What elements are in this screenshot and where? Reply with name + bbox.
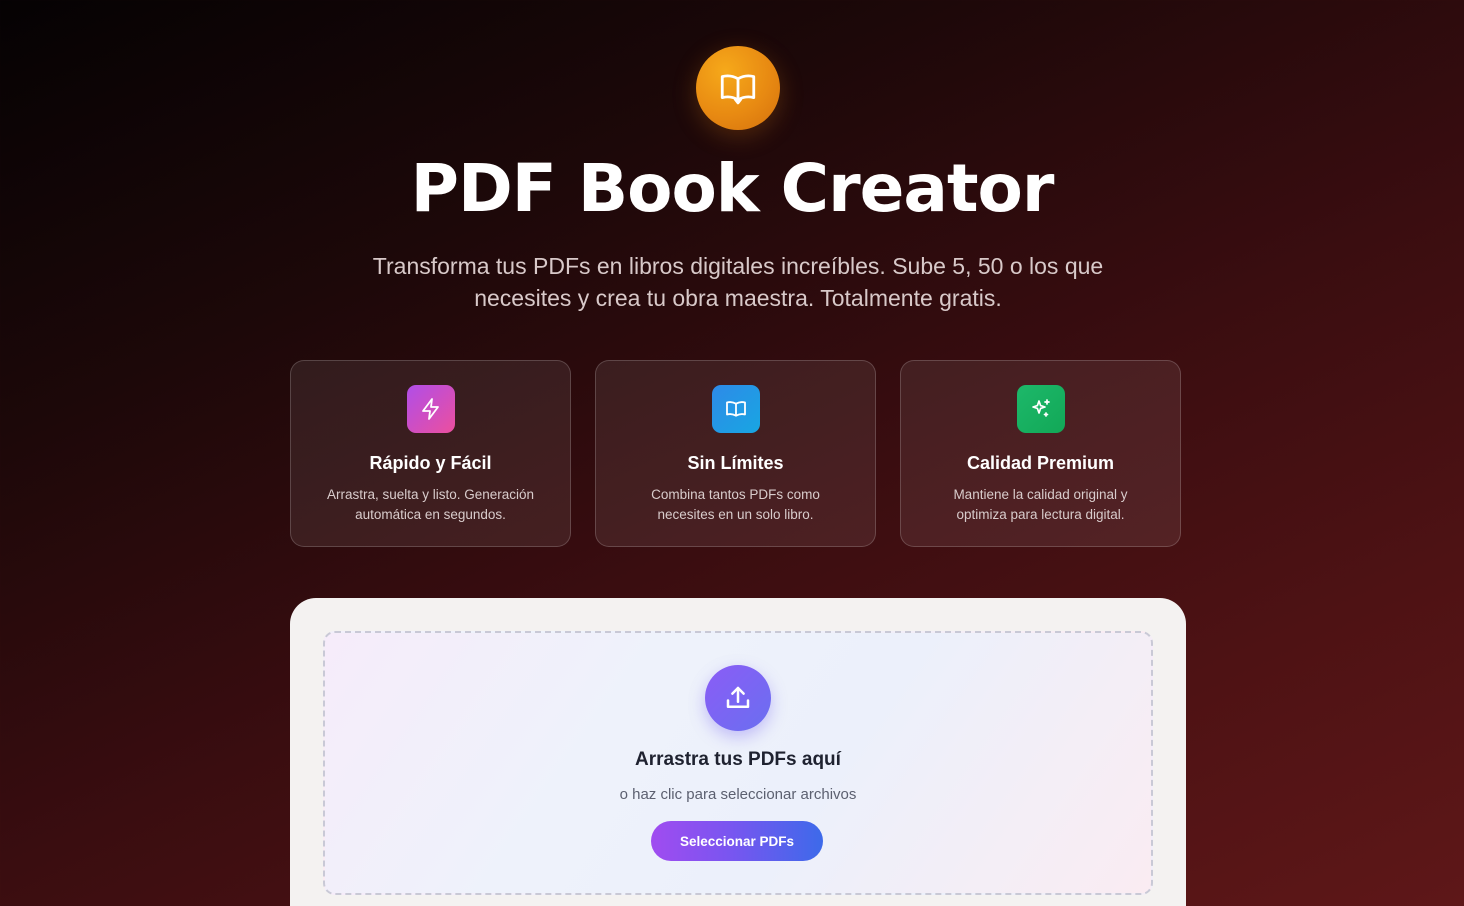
feature-card-calidad: Calidad Premium Mantiene la calidad orig… bbox=[900, 360, 1181, 547]
feature-card-sin-limites: Sin Límites Combina tantos PDFs como nec… bbox=[595, 360, 876, 547]
feature-icon-box bbox=[1016, 385, 1065, 433]
feature-description: Arrastra, suelta y listo. Generación aut… bbox=[326, 487, 535, 522]
select-pdfs-button[interactable]: Seleccionar PDFs bbox=[651, 821, 823, 861]
feature-title: Calidad Premium bbox=[966, 453, 1115, 473]
app-logo bbox=[696, 46, 780, 130]
upload-icon bbox=[705, 665, 771, 731]
dropzone-title: Arrastra tus PDFs aquí bbox=[635, 749, 841, 770]
feature-icon-box bbox=[406, 385, 455, 433]
upload-arrow-icon bbox=[726, 686, 750, 708]
zap-icon bbox=[421, 398, 439, 420]
sparkles-icon bbox=[1031, 399, 1050, 417]
page-subtitle: Transforma tus PDFs en libros digitales … bbox=[372, 253, 1104, 311]
feature-title: Rápido y Fácil bbox=[369, 453, 492, 473]
feature-description: Combina tantos PDFs como necesites en un… bbox=[651, 487, 820, 522]
book-open-icon bbox=[720, 74, 756, 105]
feature-description: Mantiene la calidad original y optimiza … bbox=[953, 487, 1128, 522]
page-title: PDF Book Creator bbox=[410, 150, 1055, 227]
dropzone-subtitle: o haz clic para seleccionar archivos bbox=[619, 786, 857, 803]
features-section: Rápido y Fácil Arrastra, suelta y listo.… bbox=[290, 360, 1186, 547]
pdf-dropzone[interactable]: Arrastra tus PDFs aquí o haz clic para s… bbox=[323, 631, 1153, 895]
feature-card-rapido: Rápido y Fácil Arrastra, suelta y listo.… bbox=[290, 360, 571, 547]
book-open-icon bbox=[725, 401, 746, 417]
feature-title: Sin Límites bbox=[687, 453, 784, 473]
upload-panel: Arrastra tus PDFs aquí o haz clic para s… bbox=[290, 598, 1186, 906]
feature-icon-box bbox=[711, 385, 760, 433]
